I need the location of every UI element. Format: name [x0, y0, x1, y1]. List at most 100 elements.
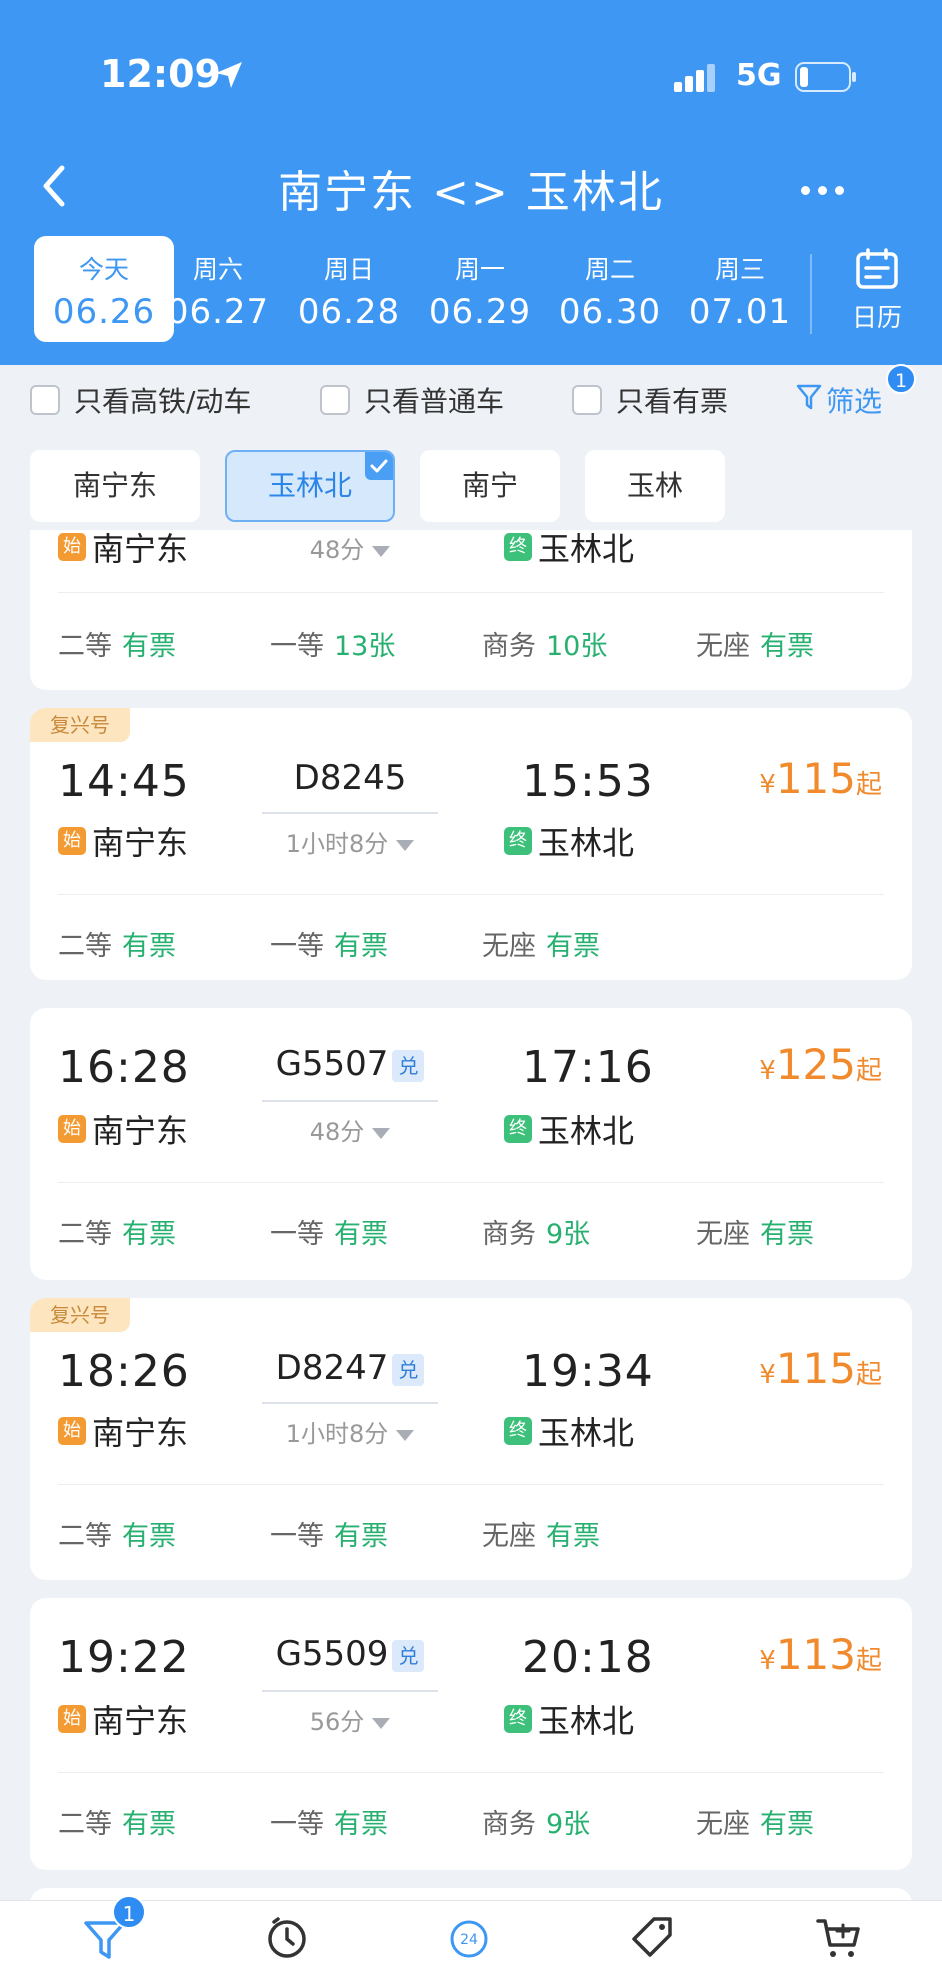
to-station: 终玉林北 — [504, 1106, 634, 1152]
duration: 1小时8分 — [262, 1414, 438, 1449]
redeem-badge: 兑 — [392, 1639, 425, 1672]
train-number: G5507 兑 — [262, 1044, 438, 1084]
date-selector: 今天 06.26 周六 06.27 周日 06.28 周一 06.29 周二 0… — [0, 236, 942, 346]
date-tab-2[interactable]: 周日 06.28 — [279, 236, 419, 342]
departure-time: 18:26 — [58, 1346, 190, 1397]
station-chip-3[interactable]: 玉林 — [585, 450, 725, 522]
train-card-peek[interactable] — [30, 1888, 912, 1900]
screen-badge: 1 — [886, 364, 916, 394]
seat-info: 无座 有票 — [696, 1219, 814, 1250]
station-chip-0[interactable]: 南宁东 — [30, 450, 200, 522]
fuxing-tag: 复兴号 — [30, 708, 130, 742]
seat-info: 商务 9张 — [482, 1219, 591, 1250]
filter-row: 只看高铁/动车 只看普通车 只看有票 筛选 1 — [0, 364, 942, 424]
caret-down-icon — [396, 839, 415, 851]
caret-down-icon — [396, 1429, 415, 1441]
train-card[interactable]: 复兴号 18:26 D8247 兑 19:34 ¥115起 始南宁东 1小时8分 … — [30, 1298, 912, 1580]
seat-info: 一等 有票 — [270, 1521, 388, 1552]
redeem-badge: 兑 — [392, 1353, 425, 1386]
caret-down-icon — [372, 1717, 391, 1729]
more-icon[interactable] — [801, 180, 852, 199]
station-chips: 南宁东 玉林北 南宁 玉林 — [0, 450, 942, 522]
clock-icon[interactable] — [262, 1913, 312, 1963]
to-station: 终玉林北 — [504, 1696, 634, 1742]
seat-info: 商务 9张 — [482, 1809, 591, 1840]
train-number: D8245 — [293, 758, 407, 798]
arrival-time: 15:53 — [522, 756, 654, 807]
seat-info: 二等 有票 — [58, 931, 176, 962]
price: ¥115起 — [759, 1344, 882, 1393]
arrival-time: 17:16 — [522, 1042, 654, 1093]
seat-info: 一等 13张 — [270, 631, 396, 662]
price: ¥113起 — [759, 1630, 882, 1679]
from-station: 始南宁东 — [58, 1408, 188, 1454]
to-station: 终玉林北 — [504, 530, 634, 570]
status-time: 12:09 — [100, 52, 221, 96]
arrival-time: 20:18 — [522, 1632, 654, 1683]
funnel-icon — [796, 383, 822, 418]
tag-icon[interactable] — [628, 1913, 678, 1963]
date-tab-1[interactable]: 周六 06.27 — [148, 236, 288, 342]
train-card[interactable]: 19:22 G5509 兑 20:18 ¥113起 始南宁东 56分 终玉林北 二… — [30, 1598, 912, 1870]
station-chip-1[interactable]: 玉林北 — [225, 450, 395, 522]
nav-bar: 南宁东 <> 玉林北 — [0, 150, 942, 220]
from-station: 始南宁东 — [58, 530, 188, 570]
network-type: 5G — [736, 58, 782, 93]
24h-icon[interactable]: 24 — [444, 1913, 494, 1963]
to-station: 终玉林北 — [504, 818, 634, 864]
station-chip-2[interactable]: 南宁 — [420, 450, 560, 522]
tab-badge: 1 — [112, 1895, 146, 1929]
departure-time: 14:45 — [58, 756, 190, 807]
seat-info: 二等 有票 — [58, 1219, 176, 1250]
departure-time: 16:28 — [58, 1042, 190, 1093]
signal-icon — [674, 64, 722, 98]
train-list: 始南宁东 48分 终玉林北 二等 有票 一等 13张 商务 10张 无座 有票 复兴号 … — [0, 530, 942, 1900]
arrival-time: 19:34 — [522, 1346, 654, 1397]
from-station: 始南宁东 — [58, 1106, 188, 1152]
normal-train-checkbox[interactable]: 只看普通车 — [320, 380, 504, 420]
caret-down-icon — [372, 545, 391, 557]
seat-info: 二等 有票 — [58, 631, 176, 662]
from-station: 始南宁东 — [58, 1696, 188, 1742]
high-speed-checkbox[interactable]: 只看高铁/动车 — [30, 380, 251, 420]
from-station: 始南宁东 — [58, 818, 188, 864]
battery-icon — [795, 62, 859, 96]
date-tab-3[interactable]: 周一 06.29 — [410, 236, 550, 342]
calendar-icon — [855, 248, 899, 294]
seat-info: 无座 有票 — [482, 931, 600, 962]
cart-icon[interactable] — [814, 1913, 864, 1963]
screen-button[interactable]: 筛选 1 — [796, 364, 916, 420]
redeem-badge: 兑 — [392, 1049, 425, 1082]
available-only-checkbox[interactable]: 只看有票 — [572, 380, 728, 420]
seat-info: 一等 有票 — [270, 931, 388, 962]
check-icon — [365, 452, 393, 480]
calendar-button[interactable]: 日历 — [830, 248, 924, 334]
price: ¥115起 — [759, 754, 882, 803]
duration: 48分 — [262, 530, 438, 565]
train-card[interactable]: 复兴号 14:45 D8245 15:53 ¥115起 始南宁东 1小时8分 终… — [30, 708, 912, 980]
header: 12:09 5G 南宁东 <> 玉林北 今天 06.26 周六 06.27 周日… — [0, 0, 942, 365]
svg-text:24: 24 — [460, 1932, 478, 1948]
duration: 1小时8分 — [262, 824, 438, 859]
train-card[interactable]: 16:28 G5507 兑 17:16 ¥125起 始南宁东 48分 终玉林北 二… — [30, 1008, 912, 1280]
duration: 48分 — [262, 1112, 438, 1147]
status-bar: 12:09 5G — [0, 52, 942, 102]
seat-info: 二等 有票 — [58, 1521, 176, 1552]
departure-time: 19:22 — [58, 1632, 190, 1683]
seat-info: 无座 有票 — [696, 1809, 814, 1840]
duration: 56分 — [262, 1702, 438, 1737]
price: ¥125起 — [759, 1040, 882, 1089]
train-card-partial[interactable]: 始南宁东 48分 终玉林北 二等 有票 一等 13张 商务 10张 无座 有票 — [30, 530, 912, 690]
to-station: 终玉林北 — [504, 1408, 634, 1454]
date-tab-4[interactable]: 周二 06.30 — [540, 236, 680, 342]
seat-info: 二等 有票 — [58, 1809, 176, 1840]
location-arrow-icon — [214, 60, 244, 94]
date-tab-5[interactable]: 周三 07.01 — [670, 236, 810, 342]
bottom-tab-bar: 1 24 — [0, 1895, 942, 1966]
date-divider — [810, 254, 812, 334]
seat-info: 无座 有票 — [696, 631, 814, 662]
train-number: G5509 兑 — [262, 1634, 438, 1674]
seat-info: 一等 有票 — [270, 1809, 388, 1840]
seat-info: 一等 有票 — [270, 1219, 388, 1250]
seat-info: 无座 有票 — [482, 1521, 600, 1552]
